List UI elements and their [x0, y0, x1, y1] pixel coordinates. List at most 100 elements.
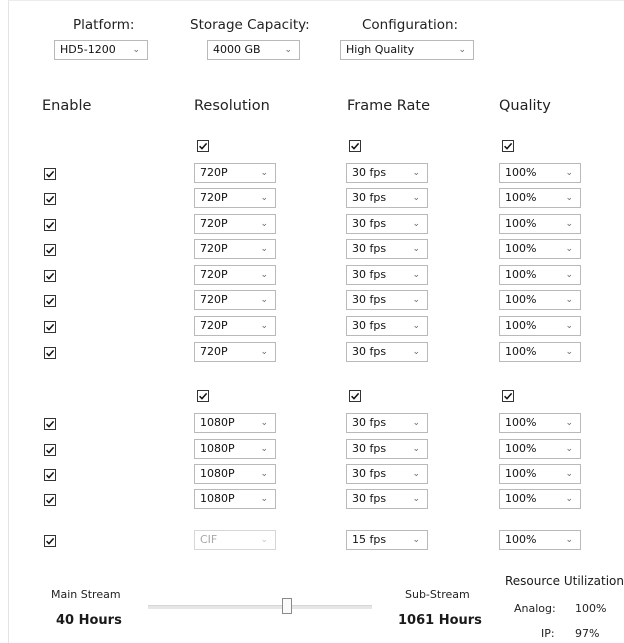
analog-camera-5-frame-rate-dropdown[interactable]: 30 fps ⌄	[346, 265, 428, 285]
stream-ratio-slider-thumb[interactable]	[281, 598, 292, 614]
ip-camera-2-frame-rate-dropdown[interactable]: 30 fps ⌄	[346, 439, 428, 459]
chevron-down-icon: ⌄	[565, 418, 573, 428]
false[interactable]	[44, 168, 61, 180]
ip-camera-3-resolution-dropdown[interactable]: 1080P ⌄	[194, 464, 276, 484]
analog-camera-2-frame-rate-dropdown[interactable]: 30 fps ⌄	[346, 188, 428, 208]
chevron-down-icon: ⌄	[412, 168, 420, 178]
analog-camera-6-resolution-dropdown[interactable]: 720P ⌄	[194, 290, 276, 310]
configuration-label: Configuration:	[362, 17, 459, 33]
checkmark-icon	[44, 347, 56, 359]
chevron-down-icon: ⌄	[412, 244, 420, 254]
storage-capacity-label: Storage Capacity:	[190, 17, 310, 33]
chevron-down-icon: ⌄	[412, 494, 420, 504]
analog-camera-3-quality-dropdown[interactable]: 100% ⌄	[499, 214, 581, 234]
stream-ratio-slider-track[interactable]	[148, 605, 372, 609]
analog-camera-1-quality-dropdown[interactable]: 100% ⌄	[499, 163, 581, 183]
quality-column-header: Quality	[499, 98, 551, 114]
true[interactable]	[349, 140, 366, 152]
resource-utilization-title: Resource Utilization	[505, 574, 624, 588]
platform-dropdown[interactable]: HD5-1200 ⌄	[54, 40, 148, 60]
chevron-down-icon: ⌄	[565, 168, 573, 178]
analog-camera-7-quality-dropdown[interactable]: 100% ⌄	[499, 316, 581, 336]
analog-camera-6-frame-rate-dropdown[interactable]: 30 fps ⌄	[346, 290, 428, 310]
ip-utilization-value: 97%	[575, 627, 600, 640]
false[interactable]	[44, 193, 61, 205]
checkmark-icon	[44, 418, 56, 430]
analog-camera-7-resolution-dropdown[interactable]: 720P ⌄	[194, 316, 276, 336]
checkmark-icon	[44, 219, 56, 231]
true[interactable]	[502, 390, 519, 402]
false[interactable]	[44, 347, 61, 359]
checkmark-icon	[502, 390, 514, 402]
ip-camera-3-quality-dropdown[interactable]: 100% ⌄	[499, 464, 581, 484]
analog-camera-7-frame-rate-dropdown[interactable]: 30 fps ⌄	[346, 316, 428, 336]
chevron-down-icon: ⌄	[412, 418, 420, 428]
false[interactable]	[44, 244, 61, 256]
frame-rate-column-header: Frame Rate	[347, 98, 431, 114]
checkmark-icon	[349, 140, 361, 152]
ip-camera-1-frame-rate-dropdown[interactable]: 30 fps ⌄	[346, 413, 428, 433]
true[interactable]	[349, 390, 366, 402]
configuration-dropdown[interactable]: High Quality ⌄	[340, 40, 474, 60]
false[interactable]	[44, 321, 61, 333]
false[interactable]	[44, 469, 61, 481]
ip-camera-1-resolution-dropdown[interactable]: 1080P ⌄	[194, 413, 276, 433]
ip-camera-2-resolution-dropdown[interactable]: 1080P ⌄	[194, 439, 276, 459]
ip-camera-4-resolution-dropdown[interactable]: 1080P ⌄	[194, 489, 276, 509]
chevron-down-icon: ⌄	[260, 270, 268, 280]
analog-camera-1-frame-rate-dropdown[interactable]: 30 fps ⌄	[346, 163, 428, 183]
false[interactable]	[44, 444, 61, 456]
checkmark-icon	[44, 321, 56, 333]
analog-camera-2-quality-dropdown[interactable]: 100% ⌄	[499, 188, 581, 208]
checkmark-icon	[197, 390, 209, 402]
ip-camera-4-frame-rate-dropdown[interactable]: 30 fps ⌄	[346, 489, 428, 509]
storage-capacity-dropdown[interactable]: 4000 GB ⌄	[207, 40, 300, 60]
analog-utilization-value: 100%	[575, 602, 607, 615]
chevron-down-icon: ⌄	[565, 444, 573, 454]
analog-camera-4-quality-dropdown[interactable]: 100% ⌄	[499, 239, 581, 259]
false[interactable]	[44, 494, 61, 506]
checkmark-icon	[349, 390, 361, 402]
chevron-down-icon: ⌄	[412, 535, 420, 545]
chevron-down-icon: ⌄	[565, 535, 573, 545]
checkmark-icon	[44, 295, 56, 307]
checkmark-icon	[44, 444, 56, 456]
analog-camera-1-resolution-dropdown[interactable]: 720P ⌄	[194, 163, 276, 183]
analog-camera-8-resolution-dropdown[interactable]: 720P ⌄	[194, 342, 276, 362]
ip-camera-1-quality-dropdown[interactable]: 100% ⌄	[499, 413, 581, 433]
checkmark-icon	[44, 494, 56, 506]
sub-stream-frame-rate-dropdown[interactable]: 15 fps ⌄	[346, 530, 428, 550]
ip-camera-2-quality-dropdown[interactable]: 100% ⌄	[499, 439, 581, 459]
analog-camera-5-quality-dropdown[interactable]: 100% ⌄	[499, 265, 581, 285]
true[interactable]	[197, 140, 214, 152]
analog-camera-8-frame-rate-dropdown[interactable]: 30 fps ⌄	[346, 342, 428, 362]
analog-camera-4-frame-rate-dropdown[interactable]: 30 fps ⌄	[346, 239, 428, 259]
analog-camera-4-resolution-dropdown[interactable]: 720P ⌄	[194, 239, 276, 259]
false[interactable]	[44, 418, 61, 430]
checkmark-icon	[44, 270, 56, 282]
ip-camera-4-quality-dropdown[interactable]: 100% ⌄	[499, 489, 581, 509]
sub-stream-quality-dropdown[interactable]: 100% ⌄	[499, 530, 581, 550]
analog-camera-3-resolution-dropdown[interactable]: 720P ⌄	[194, 214, 276, 234]
analog-camera-3-frame-rate-dropdown[interactable]: 30 fps ⌄	[346, 214, 428, 234]
false[interactable]	[44, 270, 61, 282]
true[interactable]	[502, 140, 519, 152]
analog-camera-5-resolution-dropdown[interactable]: 720P ⌄	[194, 265, 276, 285]
analog-camera-6-quality-dropdown[interactable]: 100% ⌄	[499, 290, 581, 310]
sub-stream-hours: 1061 Hours	[398, 613, 482, 628]
true[interactable]	[197, 390, 214, 402]
analog-camera-8-quality-dropdown[interactable]: 100% ⌄	[499, 342, 581, 362]
sub-stream-resolution-dropdown: CIF ⌄	[194, 530, 276, 550]
ip-camera-3-frame-rate-dropdown[interactable]: 30 fps ⌄	[346, 464, 428, 484]
checkmark-icon	[44, 469, 56, 481]
true[interactable]	[44, 535, 61, 547]
analog-camera-2-resolution-dropdown[interactable]: 720P ⌄	[194, 188, 276, 208]
chevron-down-icon: ⌄	[260, 168, 268, 178]
false[interactable]	[44, 295, 61, 307]
chevron-down-icon: ⌄	[565, 295, 573, 305]
analog-utilization-label: Analog:	[514, 602, 556, 615]
false[interactable]	[44, 219, 61, 231]
chevron-down-icon: ⌄	[260, 444, 268, 454]
chevron-down-icon: ⌄	[565, 469, 573, 479]
chevron-down-icon: ⌄	[132, 45, 140, 55]
